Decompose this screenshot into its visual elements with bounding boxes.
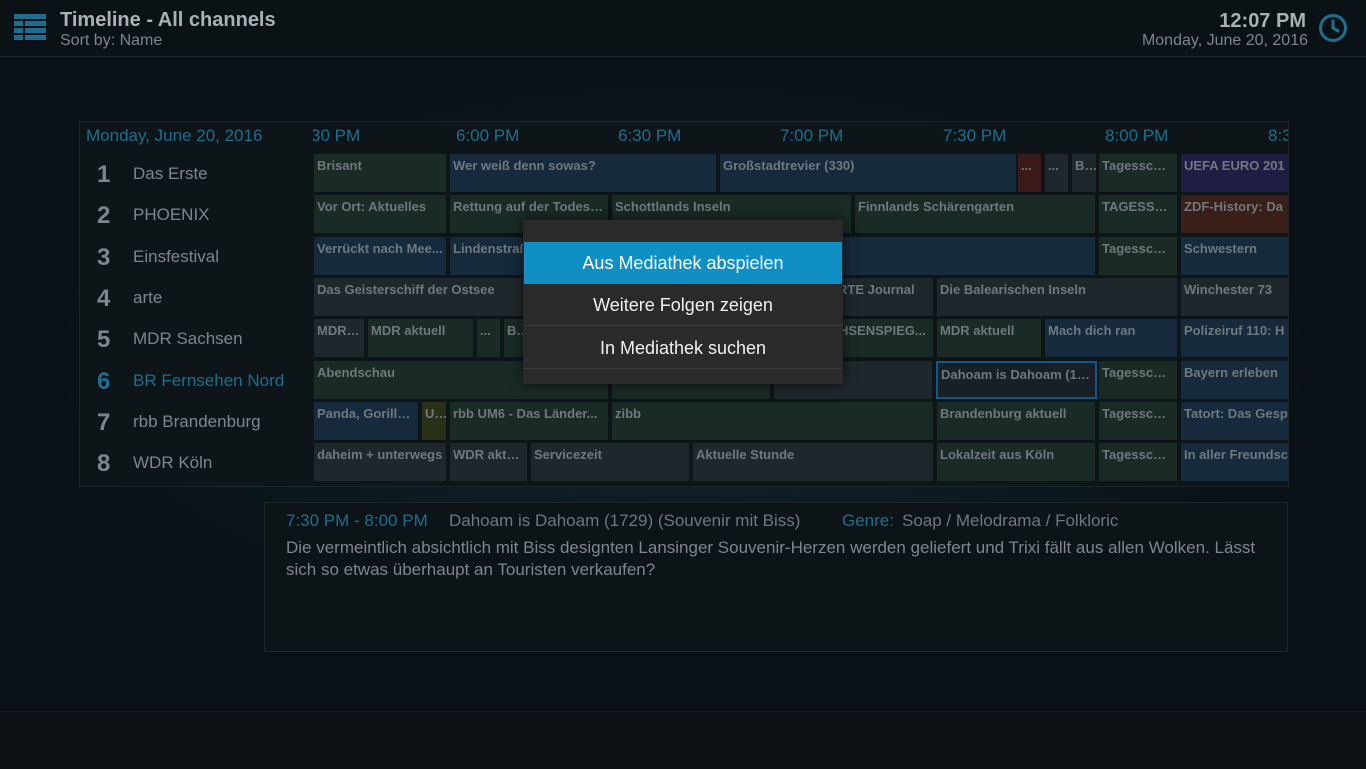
program-cell[interactable]: Brandenburg aktuell (937, 402, 1095, 440)
sort-label[interactable]: Sort by: Name (60, 32, 162, 50)
program-cell[interactable]: Finnlands Schärengarten (855, 195, 1095, 233)
channel-item-selected[interactable]: 6 BR Fernsehen Nord (80, 361, 313, 402)
program-cell[interactable]: Lokalzeit aus Köln (937, 443, 1095, 481)
channel-number: 7 (97, 409, 111, 436)
program-cell[interactable]: Winchester 73 (1181, 278, 1288, 316)
program-cell[interactable]: WDR aktu... (450, 443, 527, 481)
program-cell[interactable]: In aller Freundsch (1181, 443, 1288, 481)
channel-name: arte (133, 288, 163, 307)
channel-item[interactable]: 4 arte (80, 278, 313, 319)
program-cell[interactable]: Bayern erleben (1181, 361, 1288, 399)
time-tick: 8:3 (1268, 126, 1288, 145)
info-title: Dahoam is Dahoam (1729) (Souvenir mit Bi… (449, 511, 801, 530)
program-cell-focused[interactable]: Dahoam is Dahoam (17... (936, 361, 1097, 399)
program-cell[interactable]: MDR ... (314, 319, 364, 357)
channel-number: 5 (97, 326, 111, 353)
program-cell[interactable]: TAGESSC... (1099, 195, 1177, 233)
program-cell[interactable]: Großstadtrevier (330) (720, 154, 1016, 192)
program-cell[interactable]: ... (1045, 154, 1068, 192)
program-cell[interactable]: Brisant (314, 154, 446, 192)
channel-name: rbb Brandenburg (133, 412, 261, 431)
program-cell[interactable]: Schwestern (1181, 237, 1288, 275)
program-cell[interactable]: MDR aktuell (937, 319, 1041, 357)
time-tick: 8:00 PM (1105, 126, 1169, 145)
program-cell[interactable]: Mach dich ran (1045, 319, 1177, 357)
channel-name: WDR Köln (133, 453, 213, 472)
channel-number: 1 (97, 161, 111, 188)
program-cell[interactable]: Tagesschau (1099, 443, 1177, 481)
channel-name: MDR Sachsen (133, 329, 243, 348)
time-tick: 6:30 PM (618, 126, 682, 145)
program-cell[interactable]: Tagesschau (1099, 402, 1177, 440)
channel-number: 4 (97, 285, 111, 312)
channel-name: Einsfestival (133, 247, 219, 266)
channel-item[interactable]: 5 MDR Sachsen (80, 319, 313, 360)
program-cell[interactable]: zibb (612, 402, 933, 440)
program-cell[interactable]: UEFA EURO 201 (1181, 154, 1288, 192)
program-cell[interactable]: Verrückt nach Mee... (314, 237, 446, 275)
menu-item-play-mediathek[interactable]: Aus Mediathek abspielen (524, 242, 842, 284)
program-cell[interactable]: ... (1018, 154, 1041, 192)
program-cell[interactable]: U... (422, 402, 446, 440)
epg-date: Monday, June 20, 2016 (86, 126, 263, 145)
program-cell[interactable]: MDR aktuell (368, 319, 473, 357)
time-tick: 7:00 PM (780, 126, 844, 145)
menu-item-more-episodes[interactable]: Weitere Folgen zeigen (524, 284, 842, 326)
channel-name: BR Fernsehen Nord (133, 371, 285, 390)
program-cell[interactable]: Polizeiruf 110: H (1181, 319, 1288, 357)
channel-item[interactable]: 3 Einsfestival (80, 237, 313, 278)
program-cell[interactable]: ... (477, 319, 500, 357)
time-tick: 7:30 PM (943, 126, 1007, 145)
channel-number: 2 (97, 202, 111, 229)
program-cell[interactable]: Panda, Gorilla ... (314, 402, 418, 440)
program-cell[interactable]: Die Balearischen Inseln (937, 278, 1177, 316)
grid-list-icon[interactable] (14, 14, 46, 42)
channel-number: 3 (97, 244, 111, 271)
clock-date: Monday, June 20, 2016 (1141, 32, 1308, 49)
program-cell[interactable]: Tagesschau (1099, 154, 1177, 192)
program-info-panel: 7:30 PM - 8:00 PM Dahoam is Dahoam (1729… (264, 502, 1288, 652)
program-cell[interactable]: Vor Ort: Aktuelles (314, 195, 446, 233)
channel-item[interactable]: 2 PHOENIX (80, 195, 313, 236)
page-title: Timeline - All channels (60, 9, 276, 31)
channel-item[interactable]: 8 WDR Köln (80, 443, 313, 484)
footer-bar (0, 711, 1366, 769)
channel-item[interactable]: 1 Das Erste (80, 154, 313, 195)
menu-item-search-mediathek[interactable]: In Mediathek suchen (524, 327, 842, 369)
clock-icon (1319, 14, 1347, 42)
info-genre-label: Genre: (842, 511, 894, 530)
program-cell[interactable]: daheim + unterwegs (314, 443, 446, 481)
time-tick: 6:00 PM (456, 126, 520, 145)
info-description: Die vermeintlich absichtlich mit Biss de… (286, 538, 1256, 579)
program-cell[interactable]: rbb UM6 - Das Länder... (450, 402, 608, 440)
context-menu-dialog: Aus Mediathek abspielen Weitere Folgen z… (523, 220, 843, 384)
program-cell[interactable]: Tatort: Das Gesp (1181, 402, 1288, 440)
program-cell[interactable]: Wer weiß denn sowas? (450, 154, 716, 192)
time-tick: 30 PM (313, 126, 361, 145)
timebar: 30 PM 6:00 PM 6:30 PM 7:00 PM 7:30 PM 8:… (313, 122, 1288, 152)
program-cell[interactable]: Tagesschau (1099, 237, 1177, 275)
program-cell[interactable]: Servicezeit (531, 443, 689, 481)
clock-time: 12:07 PM (1219, 10, 1306, 32)
channel-number: 6 (97, 368, 111, 395)
info-genre: Soap / Melodrama / Folkloric (902, 511, 1119, 530)
channel-name: Das Erste (133, 164, 208, 183)
program-cell[interactable]: Tagesschau (1099, 361, 1177, 399)
program-cell[interactable]: B... (1072, 154, 1096, 192)
program-cell[interactable]: Aktuelle Stunde (693, 443, 933, 481)
info-time: 7:30 PM - 8:00 PM (286, 511, 428, 530)
channel-name: PHOENIX (133, 205, 210, 224)
program-cell[interactable]: ZDF-History: Da (1181, 195, 1288, 233)
channel-item[interactable]: 7 rbb Brandenburg (80, 402, 313, 443)
header: Timeline - All channels Sort by: Name 12… (0, 0, 1366, 57)
channel-number: 8 (97, 450, 111, 477)
